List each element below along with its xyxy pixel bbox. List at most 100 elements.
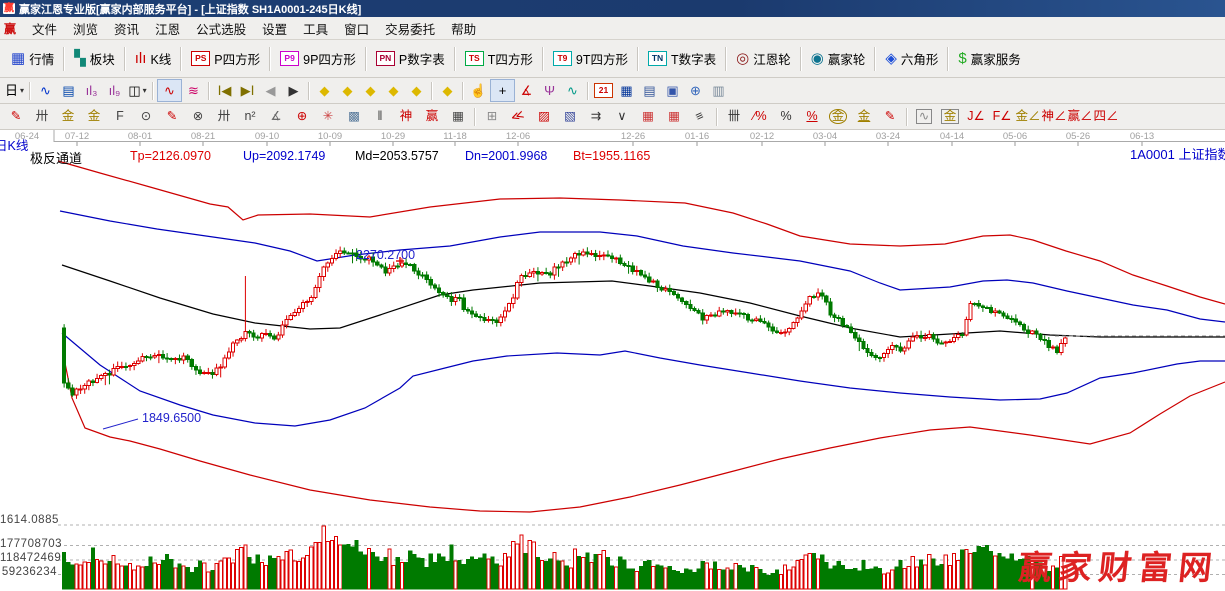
9p-square-button[interactable]: P99P四方形 (273, 46, 363, 71)
mini-chart-3-icon[interactable]: ıl₃ (80, 80, 103, 101)
kline-button[interactable]: ılıK线 (128, 46, 179, 71)
gann-pen-icon[interactable]: ✎ (3, 107, 29, 126)
calculator-icon[interactable]: ▦ (615, 80, 638, 101)
menu-item-工具[interactable]: 工具 (295, 17, 336, 40)
angle-measure-icon[interactable]: ∡ (515, 80, 538, 101)
shen-tool-icon[interactable]: 神 (393, 107, 419, 126)
goto-first-icon[interactable]: Ⅰ◀ (213, 80, 236, 101)
ruler2-icon[interactable]: 卅 (211, 107, 237, 126)
percent-icon[interactable]: % (773, 107, 799, 126)
n-square-icon[interactable]: n² (237, 107, 263, 126)
hexagon-button[interactable]: ◈六角形 (878, 46, 945, 71)
gold-grid-2-icon[interactable]: 金 (81, 107, 107, 126)
slant-lines-icon[interactable]: ≡ (687, 107, 713, 126)
menu-item-公式选股[interactable]: 公式选股 (188, 17, 254, 40)
gann-nav-center-icon[interactable]: ◆ (436, 80, 459, 101)
workstation-icon[interactable]: ▥ (707, 80, 730, 101)
wave-tool-icon[interactable]: ∿ (561, 80, 584, 101)
menu-item-江恩[interactable]: 江恩 (147, 17, 188, 40)
gold-box-icon[interactable]: 金 (937, 107, 963, 126)
ruler-123-icon[interactable]: ▦ (445, 107, 471, 126)
gann-ruler-icon[interactable]: 卅 (29, 107, 55, 126)
gold-grid-1-icon[interactable]: 金 (55, 107, 81, 126)
si-angle-icon[interactable]: 四∠ (1093, 107, 1119, 126)
target-red-icon[interactable]: ⊕ (289, 107, 315, 126)
gann-nav-star-icon[interactable]: ◆ (405, 80, 428, 101)
ying-angle-icon[interactable]: 赢∠ (1067, 107, 1093, 126)
menu-item-窗口[interactable]: 窗口 (336, 17, 377, 40)
gann-nav-up-icon[interactable]: ◆ (359, 80, 382, 101)
bars-pair-icon[interactable]: ‖ (367, 107, 393, 126)
network-icon[interactable]: ⊕ (684, 80, 707, 101)
trend-draw-red-icon[interactable]: ∿ (157, 79, 182, 102)
step-forward-icon[interactable]: ▶ (282, 80, 305, 101)
f-angle-icon[interactable]: F∠ (989, 107, 1015, 126)
gann-nav-left-icon[interactable]: ◆ (313, 80, 336, 101)
fan-box-red-icon[interactable]: ▨ (531, 107, 557, 126)
volume-profile-icon[interactable]: ≋ (182, 80, 205, 101)
gold-angle-icon[interactable]: 金∠ (1015, 107, 1041, 126)
goto-last-icon[interactable]: ▶Ⅰ (236, 80, 259, 101)
winner-service-button[interactable]: $赢家服务 (951, 46, 1027, 71)
kline-chart-canvas[interactable] (0, 130, 1225, 591)
t-square-button[interactable]: TST四方形 (458, 46, 540, 71)
gann-nav-right-icon[interactable]: ◆ (336, 80, 359, 101)
percent-t-icon[interactable]: ⁄% (747, 107, 773, 126)
j-angle-icon[interactable]: J∠ (963, 107, 989, 126)
hand-tool-icon[interactable]: ☝ (467, 80, 490, 101)
shen-angle-icon[interactable]: 神∠ (1041, 107, 1067, 126)
9t-square-button[interactable]: T99T四方形 (546, 46, 635, 71)
spiral-icon[interactable]: ⊙ (133, 107, 159, 126)
grid-red-icon[interactable]: ▦ (635, 107, 661, 126)
p-number-button[interactable]: PNP数字表 (369, 46, 452, 71)
spider-web-icon[interactable]: ▩ (341, 107, 367, 126)
candle-style-icon[interactable]: ◫▾ (126, 80, 149, 101)
time-circle-icon[interactable]: ⊗ (185, 107, 211, 126)
info-list-icon[interactable]: ▤ (57, 80, 80, 101)
gann-nav-cross-icon[interactable]: ◆ (382, 80, 405, 101)
gold-line-icon[interactable]: 金 (851, 107, 877, 126)
fib-grid-icon[interactable]: F (107, 107, 133, 126)
gann-wheel-button[interactable]: ◎江恩轮 (729, 46, 798, 71)
crosshair-tool-icon[interactable]: + (490, 79, 515, 102)
menu-item-设置[interactable]: 设置 (254, 17, 295, 40)
frame-tool-icon[interactable]: ⊞ (479, 107, 505, 126)
wave-v-icon[interactable]: ∨ (609, 107, 635, 126)
date-tick-03-24: 03-24 (876, 131, 900, 142)
brush-red-icon[interactable]: ✎ (877, 107, 903, 126)
pen-measure-icon[interactable]: ✎ (159, 107, 185, 126)
grid-arrow-icon[interactable]: ▦ (661, 107, 687, 126)
gold-circle-icon[interactable]: 金 (825, 107, 851, 126)
menu-item-交易委托[interactable]: 交易委托 (377, 17, 443, 40)
menu-item-文件[interactable]: 文件 (24, 17, 65, 40)
t-number-button[interactable]: TNT数字表 (641, 46, 723, 71)
ladder-chart-icon[interactable]: 卌 (721, 107, 747, 126)
menu-item-浏览[interactable]: 浏览 (65, 17, 106, 40)
ying-tool-icon[interactable]: 赢 (419, 107, 445, 126)
arrow-fan-icon[interactable]: ⇉ (583, 107, 609, 126)
menu-item-资讯[interactable]: 资讯 (106, 17, 147, 40)
sectors-button[interactable]: ▚板块 (67, 46, 122, 71)
chart-area[interactable]: 06-2407-1208-0108-2109-1010-0910-2911-18… (0, 130, 1225, 591)
star-burst-icon[interactable]: ✳ (315, 107, 341, 126)
menu-item-帮助[interactable]: 帮助 (443, 17, 484, 40)
period-day-selector[interactable]: 日▾ (3, 80, 26, 101)
9t-square-icon: T9 (553, 51, 572, 66)
step-back-icon[interactable]: ◀ (259, 80, 282, 101)
av-box-icon[interactable]: ∿ (911, 107, 937, 126)
notes-icon[interactable]: ▤ (638, 80, 661, 101)
fan-red-icon[interactable]: ≪ (505, 107, 531, 126)
quotes-button[interactable]: ▦行情 (4, 46, 61, 71)
angle-a-icon[interactable]: ∡ (263, 107, 289, 126)
indicator-name[interactable]: 极反通道 (30, 148, 82, 167)
p-square-button[interactable]: PSP四方形 (184, 46, 267, 71)
gann-shape-icon[interactable]: Ψ (538, 80, 561, 101)
period-tab-label[interactable]: 日K线 (0, 135, 28, 154)
fan-box-blue-icon[interactable]: ▧ (557, 107, 583, 126)
winner-wheel-button[interactable]: ◉赢家轮 (804, 46, 873, 71)
mini-chart-9-icon[interactable]: ıl₉ (103, 80, 126, 101)
save-icon[interactable]: ▣ (661, 80, 684, 101)
trend-draw-blue-icon[interactable]: ∿ (34, 80, 57, 101)
calendar-icon[interactable]: 21 (592, 80, 615, 101)
percent-line-icon[interactable]: % (799, 107, 825, 126)
